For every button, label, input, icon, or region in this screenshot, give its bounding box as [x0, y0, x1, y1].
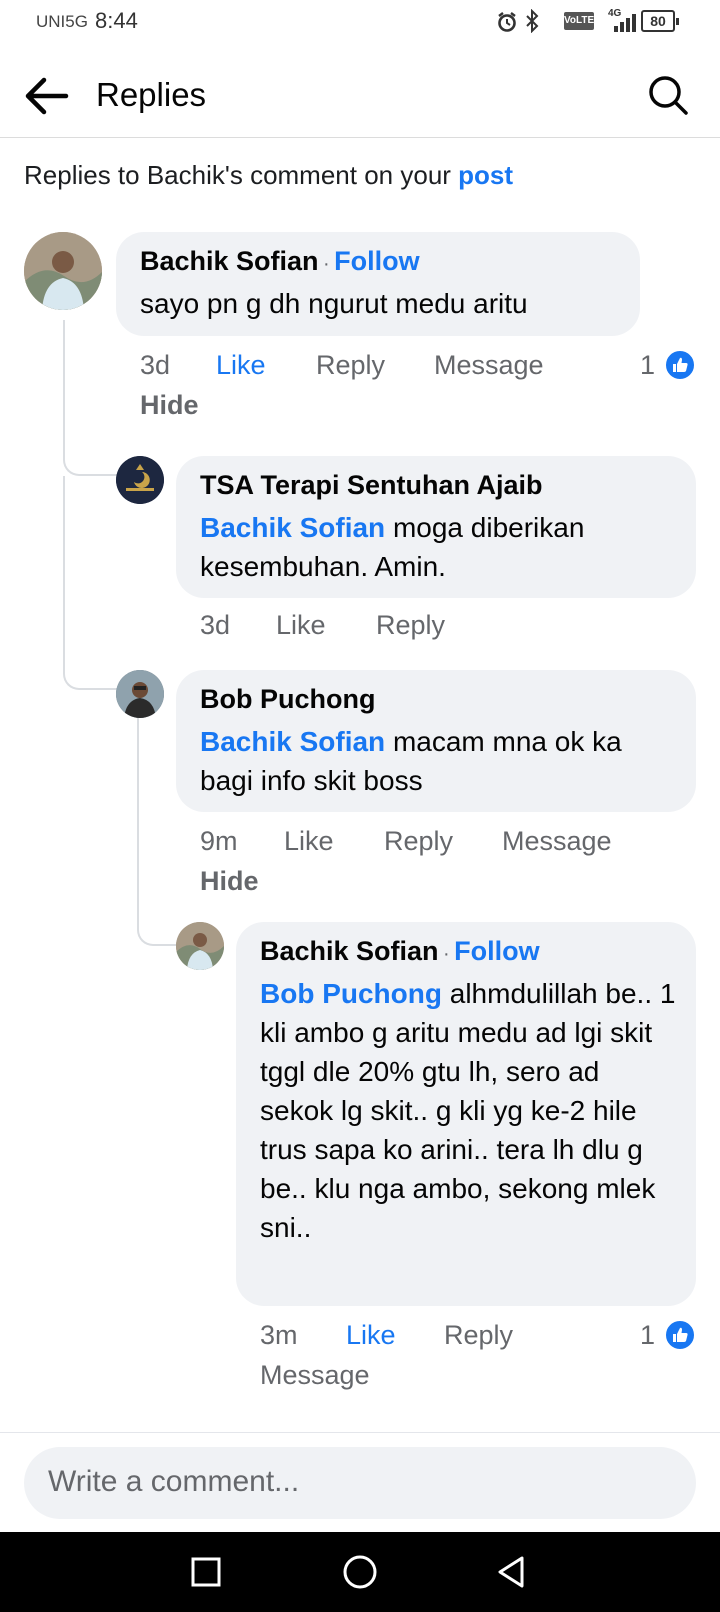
- reaction-count[interactable]: 1: [640, 350, 655, 381]
- comment-author[interactable]: Bachik Sofian: [140, 246, 319, 276]
- comment-author[interactable]: TSA Terapi Sentuhan Ajaib: [200, 470, 543, 501]
- back-triangle-icon[interactable]: [494, 1554, 528, 1590]
- comment-bubble[interactable]: Bachik Sofian · Follow Bob Puchong alhmd…: [236, 922, 696, 1306]
- comment-bubble[interactable]: Bob Puchong Bachik Sofian macam mna ok k…: [176, 670, 696, 812]
- replies-context-text: Replies to Bachik's comment on your: [24, 160, 459, 190]
- recent-apps-icon[interactable]: [190, 1556, 222, 1588]
- follow-button[interactable]: Follow: [454, 936, 539, 966]
- comment-text: sayo pn g dh ngurut medu aritu: [140, 288, 528, 319]
- hide-button[interactable]: Hide: [200, 866, 259, 897]
- home-icon[interactable]: [342, 1554, 378, 1590]
- comment-bubble[interactable]: Bachik Sofian · Follow sayo pn g dh ngur…: [116, 232, 640, 336]
- status-time: 8:44: [95, 8, 138, 33]
- hide-button[interactable]: Hide: [140, 390, 199, 421]
- alarm-icon: [498, 12, 516, 32]
- avatar[interactable]: [116, 670, 164, 718]
- comment-placeholder: Write a comment...: [48, 1465, 300, 1498]
- comment-time: 3d: [140, 350, 171, 380]
- comment-time: 9m: [200, 826, 238, 856]
- avatar-photo: [116, 670, 164, 718]
- reply-button[interactable]: Reply: [384, 826, 453, 857]
- thread-connector: [63, 650, 119, 690]
- thread-line: [137, 716, 139, 896]
- avatar[interactable]: [116, 456, 164, 504]
- avatar-photo: [24, 232, 102, 310]
- like-button[interactable]: Like: [284, 826, 334, 857]
- bluetooth-icon: [526, 9, 539, 33]
- comment-body: alhmdulillah be.. 1 kli ambo g aritu med…: [260, 978, 676, 1243]
- comment-composer: Write a comment...: [0, 1432, 720, 1532]
- mention-link[interactable]: Bachik Sofian: [200, 726, 385, 757]
- page-title: Replies: [96, 76, 207, 113]
- like-button[interactable]: Like: [346, 1320, 396, 1351]
- system-navigation-bar: [0, 1532, 720, 1612]
- thread-line: [63, 476, 65, 656]
- like-reaction-icon: [664, 1319, 696, 1351]
- replies-context: Replies to Bachik's comment on your post: [24, 160, 513, 191]
- signal-icon: [614, 14, 636, 32]
- avatar[interactable]: [176, 922, 224, 970]
- thread-connector: [63, 440, 119, 476]
- reply-button[interactable]: Reply: [376, 610, 445, 641]
- search-icon[interactable]: [645, 72, 691, 118]
- like-button[interactable]: Like: [276, 610, 326, 641]
- separator-dot: ·: [323, 253, 330, 275]
- comment-time: 3d: [200, 610, 231, 640]
- comment-author[interactable]: Bob Puchong: [200, 684, 375, 715]
- avatar-photo: [176, 922, 224, 970]
- reply-button[interactable]: Reply: [316, 350, 385, 381]
- message-button[interactable]: Message: [260, 1360, 370, 1391]
- volte-badge: VoLTE: [564, 12, 594, 30]
- mention-link[interactable]: Bob Puchong: [260, 978, 442, 1009]
- status-bar: UNI5G 8:44 VoLTE 4G 80: [0, 0, 720, 44]
- like-reaction-icon: [664, 349, 696, 381]
- reaction-count[interactable]: 1: [640, 1320, 655, 1351]
- comment-text: Bachik Sofian macam mna ok ka bagi info …: [200, 722, 680, 800]
- carrier-label: UNI5G: [36, 12, 88, 31]
- message-button[interactable]: Message: [434, 350, 544, 381]
- comment-time: 3m: [260, 1320, 298, 1350]
- comment-text: Bob Puchong alhmdulillah be.. 1 kli ambo…: [260, 974, 678, 1247]
- like-button[interactable]: Like: [216, 350, 266, 381]
- avatar[interactable]: [24, 232, 102, 310]
- tsa-logo-icon: [116, 456, 164, 504]
- thread-connector: [137, 890, 177, 946]
- reply-button[interactable]: Reply: [444, 1320, 513, 1351]
- arrow-left-icon[interactable]: [22, 74, 72, 118]
- mention-link[interactable]: Bachik Sofian: [200, 512, 385, 543]
- separator-dot: ·: [443, 943, 450, 965]
- comment-author[interactable]: Bachik Sofian: [260, 936, 439, 966]
- post-link[interactable]: post: [458, 160, 513, 190]
- write-comment-field[interactable]: Write a comment...: [24, 1447, 696, 1519]
- top-app-bar: Replies: [0, 52, 720, 138]
- comment-text: Bachik Sofian moga diberikan kesembuhan.…: [200, 508, 680, 586]
- message-button[interactable]: Message: [502, 826, 612, 857]
- comment-bubble[interactable]: TSA Terapi Sentuhan Ajaib Bachik Sofian …: [176, 456, 696, 598]
- battery-indicator: 80: [641, 10, 679, 32]
- follow-button[interactable]: Follow: [334, 246, 419, 276]
- thread-line: [63, 320, 65, 444]
